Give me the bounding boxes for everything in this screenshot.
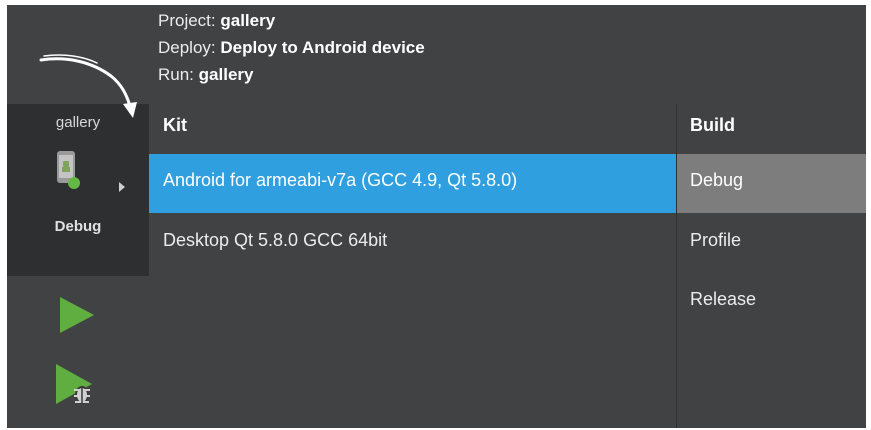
run-button[interactable] xyxy=(54,293,98,337)
build-item-profile[interactable]: Profile xyxy=(677,214,866,273)
build-item-label: Profile xyxy=(690,230,742,250)
deploy-line: Deploy: Deploy to Android device xyxy=(158,38,425,58)
build-item-label: Debug xyxy=(690,170,744,190)
debug-run-button[interactable] xyxy=(52,360,100,408)
kit-list: Kit Android for armeabi-v7a (GCC 4.9, Qt… xyxy=(149,104,676,428)
project-label: Project: xyxy=(158,11,216,30)
project-value: gallery xyxy=(220,11,276,30)
android-device-icon xyxy=(57,151,80,189)
build-list: Build Debug Profile Release xyxy=(676,104,866,428)
kit-item-label: Desktop Qt 5.8.0 GCC 64bit xyxy=(163,230,388,250)
deploy-label: Deploy: xyxy=(158,38,216,57)
kit-item-desktop[interactable]: Desktop Qt 5.8.0 GCC 64bit xyxy=(149,214,676,273)
deploy-value: Deploy to Android device xyxy=(220,38,425,57)
kit-column-header: Kit xyxy=(163,115,187,135)
run-value: gallery xyxy=(198,65,254,84)
project-line: Project: gallery xyxy=(158,11,275,31)
target-summary-header: Project: gallery Deploy: Deploy to Andro… xyxy=(149,5,866,104)
build-item-label: Release xyxy=(690,289,757,309)
build-column-header: Build xyxy=(690,115,735,135)
run-label: Run: xyxy=(158,65,194,84)
build-item-release[interactable]: Release xyxy=(677,273,866,332)
build-item-debug[interactable]: Debug xyxy=(677,154,866,213)
chevron-right-icon xyxy=(119,182,125,192)
kit-selector-button[interactable]: gallery Debug xyxy=(7,104,149,276)
kit-item-label: Android for armeabi-v7a (GCC 4.9, Qt 5.8… xyxy=(163,170,518,190)
annotation-arrow xyxy=(39,54,137,118)
kit-item-android[interactable]: Android for armeabi-v7a (GCC 4.9, Qt 5.8… xyxy=(149,154,676,213)
sidebar-build-config: Debug xyxy=(54,218,102,235)
target-selector-popup: gallery Debug Project: gallery Deploy: D… xyxy=(7,5,866,428)
run-line: Run: gallery xyxy=(158,65,253,85)
